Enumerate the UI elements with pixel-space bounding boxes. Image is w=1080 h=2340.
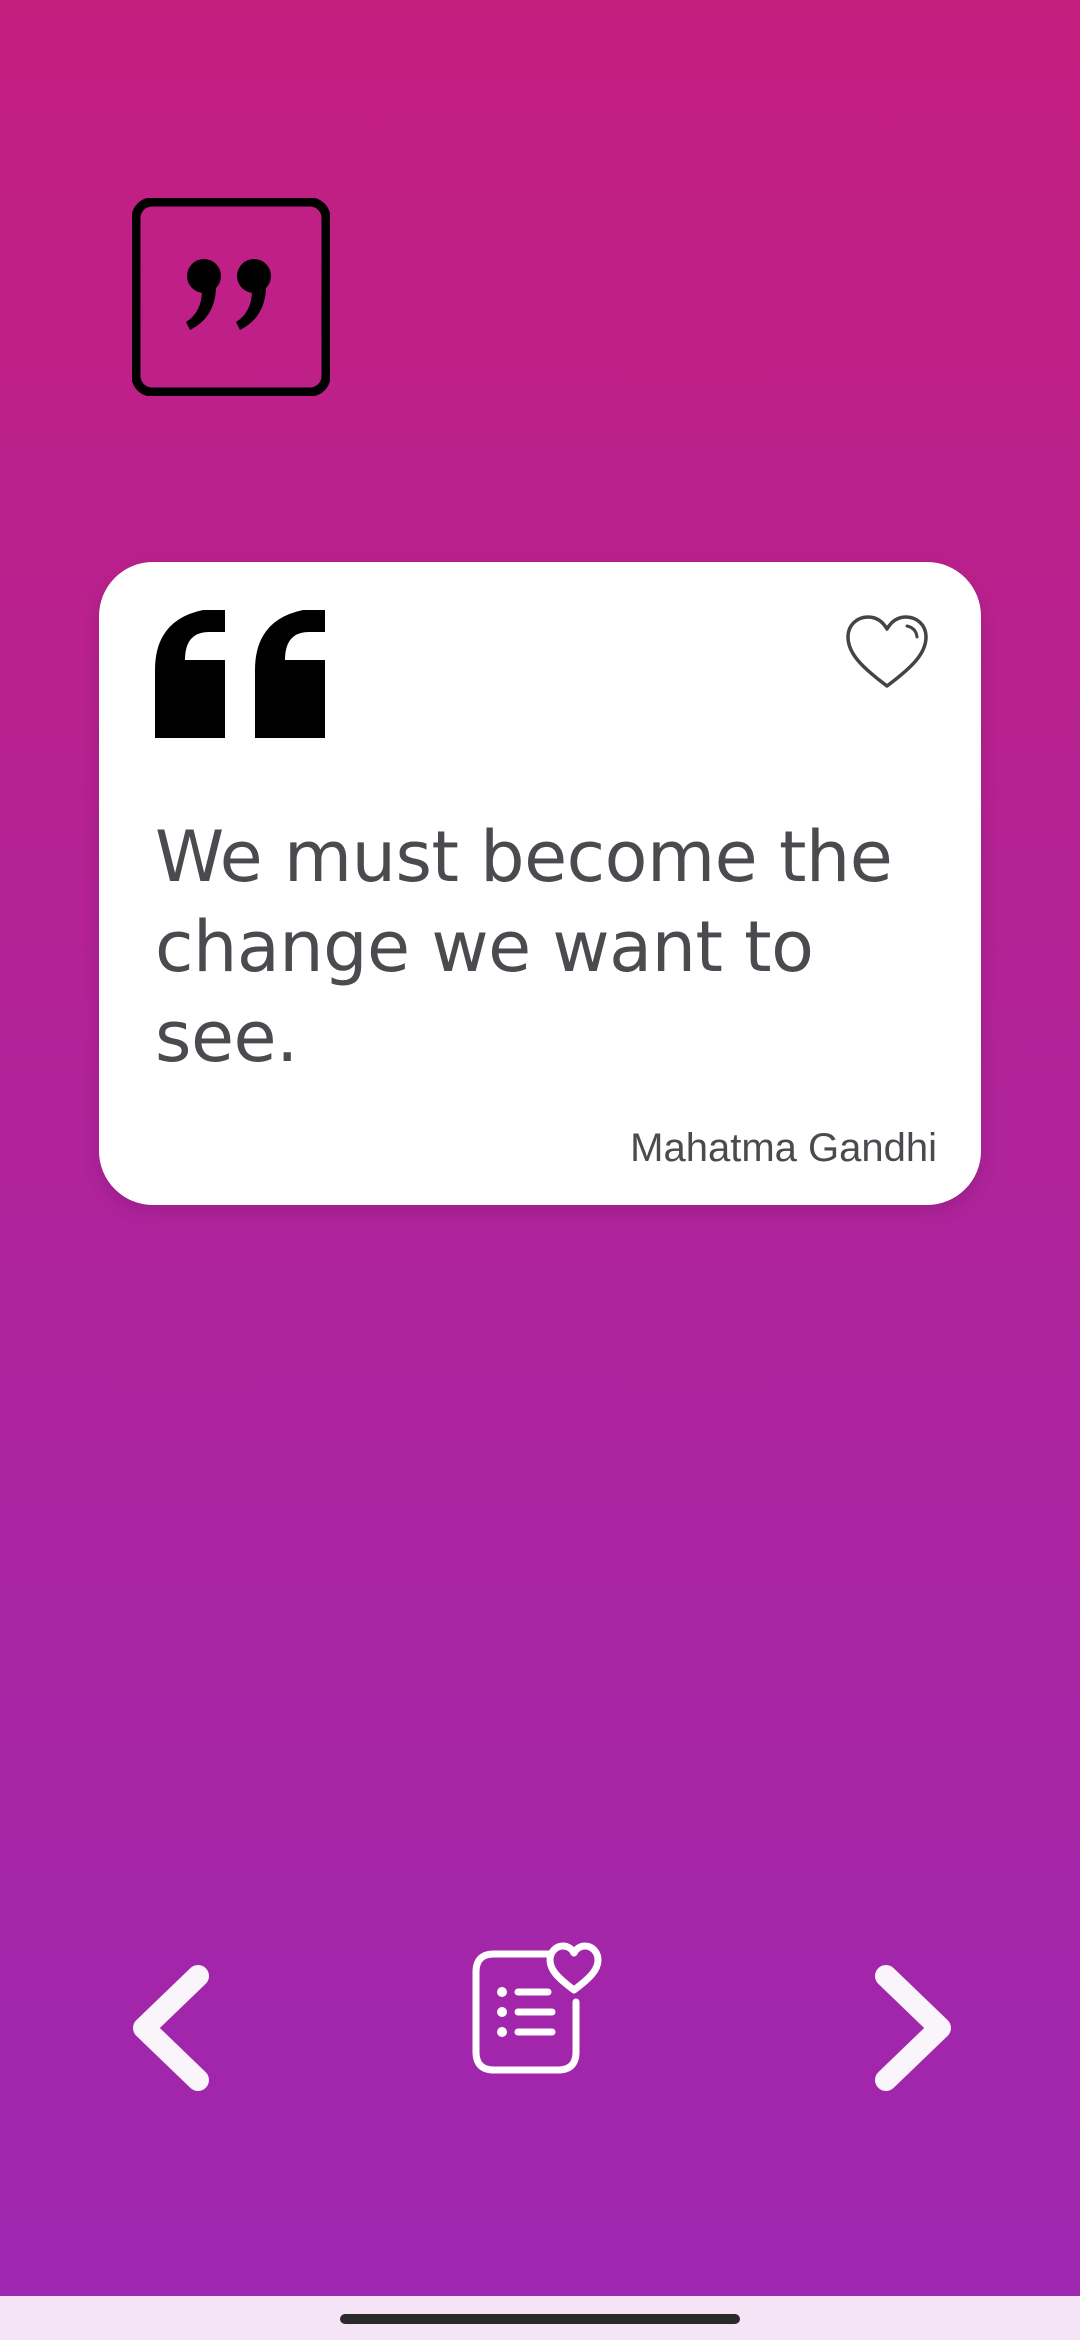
quote-author: Mahatma Gandhi bbox=[630, 1126, 937, 1170]
heart-outline-icon bbox=[846, 615, 928, 688]
chevron-right-icon bbox=[875, 1965, 951, 2091]
favorite-button[interactable] bbox=[845, 614, 929, 690]
quote-text: We must become the change we want to see… bbox=[155, 816, 893, 1078]
app-screen: We must become the change we want to see… bbox=[0, 0, 1080, 2296]
chevron-left-icon bbox=[133, 1965, 209, 2091]
previous-quote-button[interactable] bbox=[122, 1962, 218, 2094]
list-heart-icon bbox=[472, 1942, 602, 2074]
quote-card: We must become the change we want to see… bbox=[99, 562, 981, 1205]
open-quote-icon bbox=[155, 610, 325, 738]
home-indicator[interactable] bbox=[340, 2314, 740, 2324]
favorites-list-button[interactable] bbox=[472, 1940, 608, 2074]
system-navigation-bar bbox=[0, 2296, 1080, 2340]
next-quote-button[interactable] bbox=[866, 1962, 962, 2094]
quote-logo-icon bbox=[131, 197, 331, 397]
